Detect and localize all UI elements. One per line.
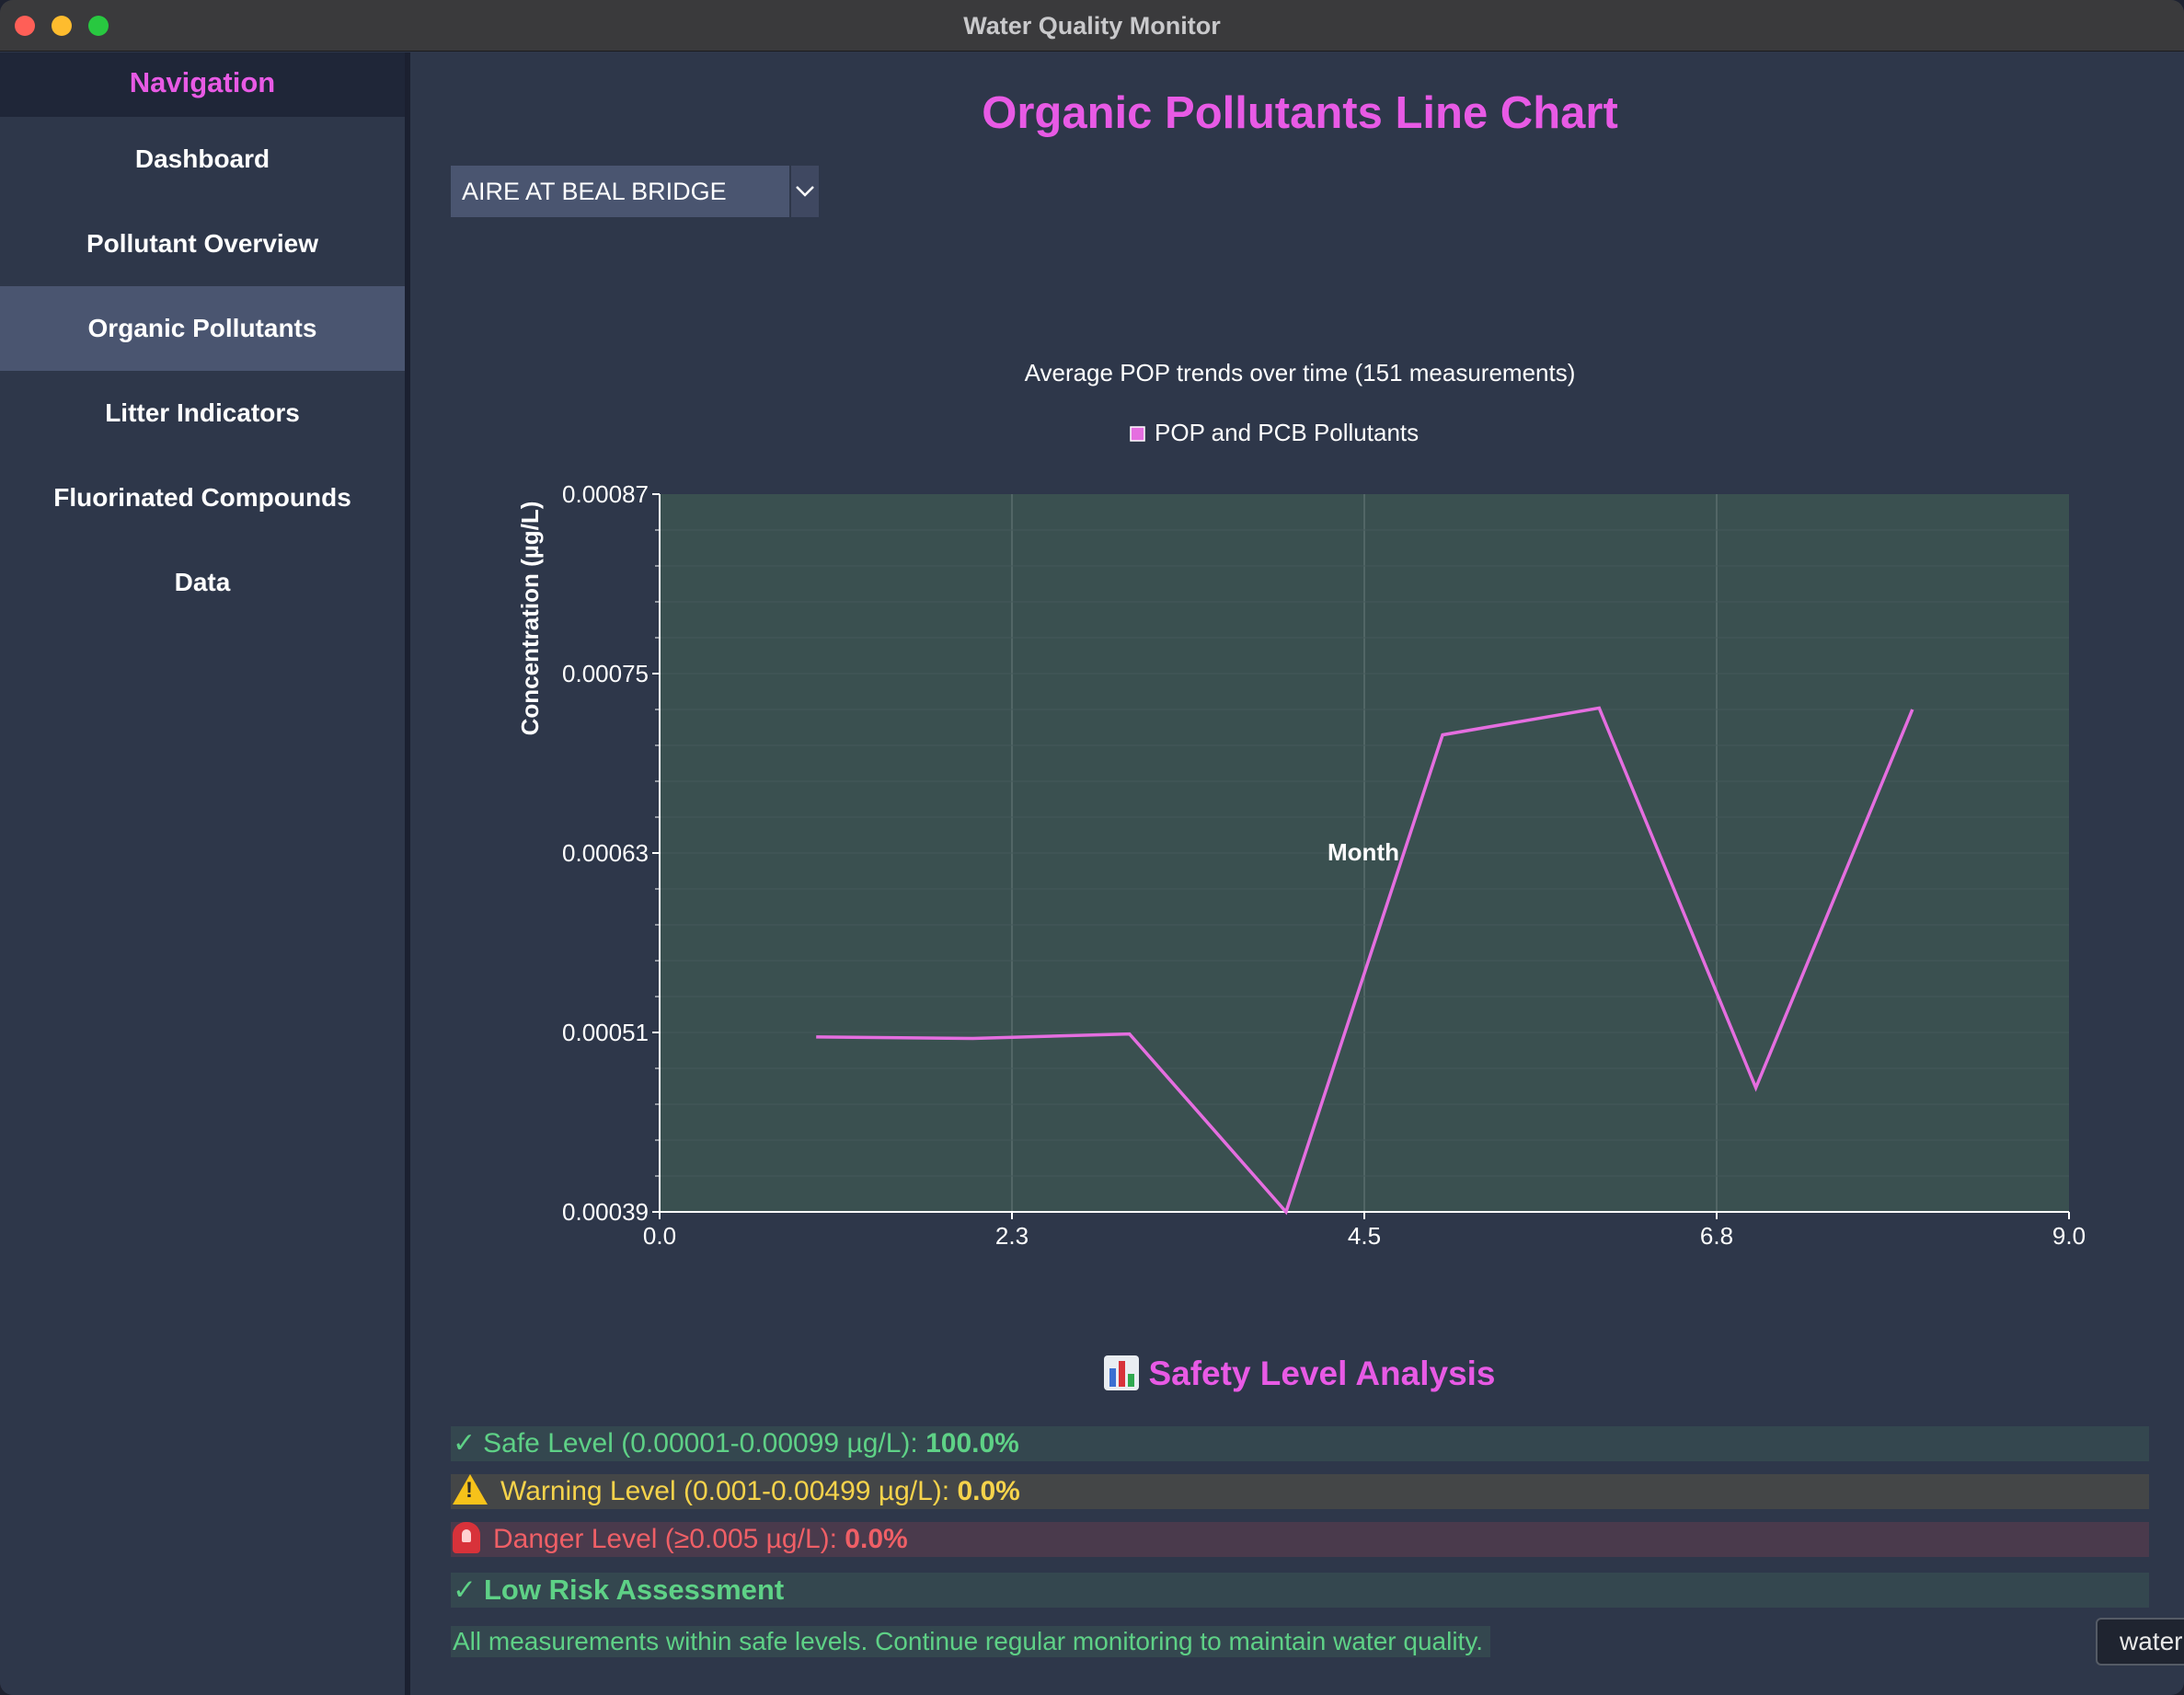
app-window: Water Quality Monitor Navigation Dashboa… xyxy=(0,0,2184,1695)
safe-level-row: ✓ Safe Level (0.00001-0.00099 µg/L): 100.… xyxy=(451,1426,2149,1461)
siren-icon xyxy=(453,1522,480,1553)
x-axis-label: Month xyxy=(1328,838,1399,866)
safety-heading: Safety Level Analysis xyxy=(416,1355,2184,1393)
x-tick-label: 0.0 xyxy=(643,1222,676,1250)
legend-swatch xyxy=(1130,426,1145,442)
warning-level-value: 0.0% xyxy=(957,1476,1020,1506)
safety-heading-text: Safety Level Analysis xyxy=(1148,1355,1496,1392)
bar-chart-icon xyxy=(1104,1355,1140,1390)
y-tick-label: 0.00075 xyxy=(562,660,649,687)
sidebar-item-pollutant-overview[interactable]: Pollutant Overview xyxy=(0,202,405,286)
risk-message: All measurements within safe levels. Con… xyxy=(451,1626,1490,1657)
main-content: Organic Pollutants Line Chart AIRE AT BE… xyxy=(416,52,2184,1695)
title-bar: Water Quality Monitor xyxy=(0,0,2184,52)
x-tick-label: 2.3 xyxy=(995,1222,1029,1250)
safe-level-label: Safe Level (0.00001-0.00099 µg/L): xyxy=(483,1428,926,1459)
y-tick-label: 0.00087 xyxy=(562,480,649,508)
x-tick-label: 9.0 xyxy=(2052,1222,2086,1250)
risk-assessment-row: ✓ Low Risk Assessment xyxy=(451,1573,2149,1608)
sidebar-header: Navigation xyxy=(0,52,405,117)
chart-title: Average POP trends over time (151 measur… xyxy=(1025,359,1576,386)
chevron-down-icon[interactable] xyxy=(789,166,819,217)
warning-icon xyxy=(453,1474,488,1505)
legend-label: POP and PCB Pollutants xyxy=(1155,419,1419,446)
tooltip: water xyxy=(2096,1618,2184,1666)
sidebar-item-organic-pollutants[interactable]: Organic Pollutants xyxy=(0,286,405,371)
danger-level-label: Danger Level (≥0.005 µg/L): xyxy=(493,1524,845,1554)
location-select[interactable]: AIRE AT BEAL BRIDGE xyxy=(451,166,819,217)
y-axis-label: Concentration (µg/L) xyxy=(516,502,544,736)
check-icon: ✓ xyxy=(453,1428,477,1459)
warning-level-label: Warning Level (0.001-0.00499 µg/L): xyxy=(500,1476,958,1506)
check-icon: ✓ xyxy=(453,1574,477,1606)
danger-level-row: Danger Level (≥0.005 µg/L): 0.0% xyxy=(451,1522,2149,1557)
y-tick-label: 0.00051 xyxy=(562,1019,649,1046)
risk-assessment-label: Low Risk Assessment xyxy=(483,1574,785,1606)
page-title: Organic Pollutants Line Chart xyxy=(982,88,1618,138)
sidebar-item-fluorinated-compounds[interactable]: Fluorinated Compounds xyxy=(0,455,405,540)
y-tick-label: 0.00039 xyxy=(562,1198,649,1226)
x-tick-label: 4.5 xyxy=(1348,1222,1381,1250)
y-tick-label: 0.00063 xyxy=(562,839,649,867)
sidebar-item-litter-indicators[interactable]: Litter Indicators xyxy=(0,371,405,455)
safe-level-value: 100.0% xyxy=(925,1428,1019,1459)
danger-level-value: 0.0% xyxy=(845,1524,908,1554)
sidebar-item-dashboard[interactable]: Dashboard xyxy=(0,117,405,202)
window-title: Water Quality Monitor xyxy=(963,12,1221,40)
warning-level-row: Warning Level (0.001-0.00499 µg/L): 0.0% xyxy=(451,1474,2149,1509)
x-tick-label: 6.8 xyxy=(1700,1222,1733,1250)
location-select-value: AIRE AT BEAL BRIDGE xyxy=(462,177,727,205)
sidebar-item-data[interactable]: Data xyxy=(0,540,405,625)
sidebar: Navigation Dashboard Pollutant Overview … xyxy=(0,52,410,1695)
line-chart: Average POP trends over time (151 measur… xyxy=(516,359,2086,1250)
